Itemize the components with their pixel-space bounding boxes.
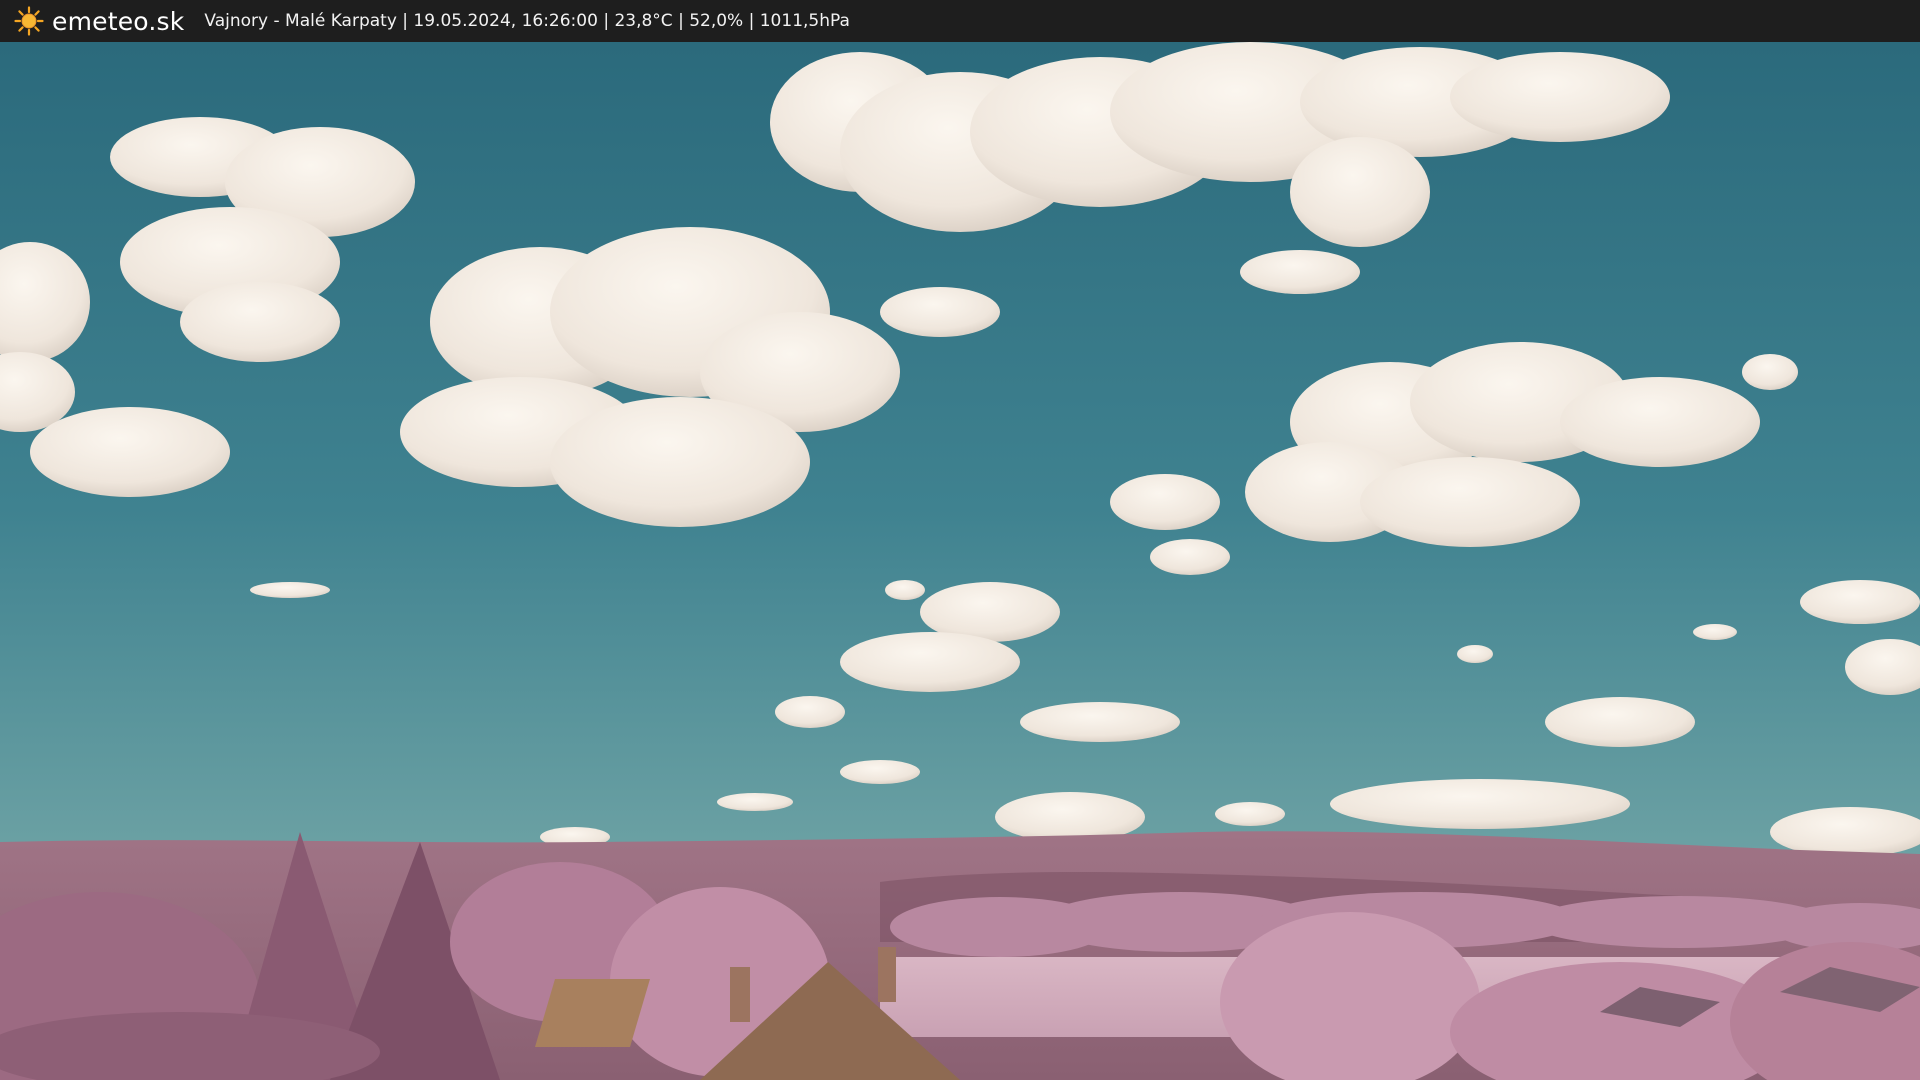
brand-logo[interactable]: emeteo.sk [14, 6, 184, 36]
webcam-frame: emeteo.sk Vajnory - Malé Karpaty | 19.05… [0, 0, 1920, 1080]
webcam-image [0, 42, 1920, 1080]
brand-name: emeteo.sk [52, 6, 185, 36]
station-caption: Vajnory - Malé Karpaty | 19.05.2024, 16:… [204, 11, 850, 31]
header-bar: emeteo.sk Vajnory - Malé Karpaty | 19.05… [0, 0, 1920, 42]
sun-icon [14, 6, 44, 36]
